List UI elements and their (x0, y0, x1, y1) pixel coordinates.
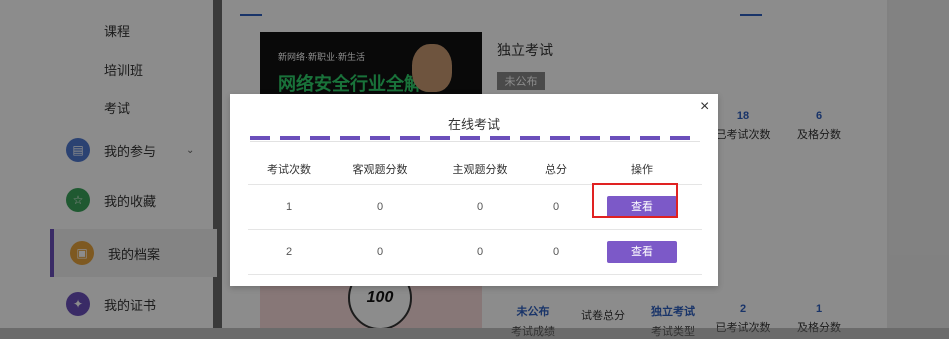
column-header: 客观题分数 (330, 154, 430, 185)
dashed-divider (250, 136, 700, 140)
column-header: 主观题分数 (430, 154, 530, 185)
objective-score: 0 (330, 184, 430, 230)
page: 课程 培训班 考试 ▤ 我的参与 ⌄ ☆ 我的收藏 ▣ 我的档案 ✦ 我的证书 … (0, 0, 949, 338)
highlight-annotation (592, 183, 678, 218)
close-icon[interactable]: × (700, 98, 709, 116)
column-header: 操作 (582, 154, 702, 185)
objective-score: 0 (330, 229, 430, 275)
divider (250, 141, 700, 142)
subjective-score: 0 (430, 184, 530, 230)
action-cell: 查看 (582, 229, 702, 275)
table-row: 2 0 0 0 查看 (248, 229, 702, 275)
total-score: 0 (530, 229, 582, 275)
dialog-title: 在线考试 (447, 117, 500, 132)
attempt-number: 2 (248, 229, 330, 275)
table-header-row: 考试次数 客观题分数 主观题分数 总分 操作 (248, 154, 702, 185)
subjective-score: 0 (430, 229, 530, 275)
view-button[interactable]: 查看 (607, 241, 677, 263)
attempt-number: 1 (248, 184, 330, 230)
total-score: 0 (530, 184, 582, 230)
column-header: 考试次数 (248, 154, 330, 185)
column-header: 总分 (530, 154, 582, 185)
